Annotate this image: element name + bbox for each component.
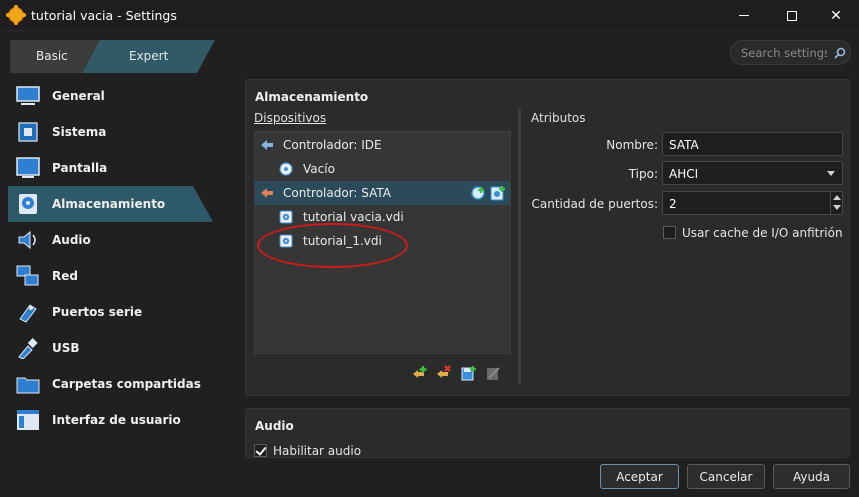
close-icon: ✕ (830, 7, 842, 24)
sidebar-item-red[interactable]: Red (8, 258, 213, 294)
spin-buttons[interactable] (830, 192, 842, 214)
minimize-button[interactable] (721, 0, 767, 31)
add-optical-drive-icon[interactable] (470, 185, 486, 201)
devices-label: Dispositivos (254, 111, 327, 125)
search-box (730, 40, 851, 65)
sidebar-item-label: Red (52, 269, 78, 283)
spin-down-icon[interactable] (833, 205, 841, 210)
type-label: Tipo: (628, 167, 658, 181)
sidebar-item-label: Almacenamiento (52, 197, 166, 211)
sidebar-item-label: Interfaz de usuario (52, 413, 181, 427)
host-io-cache-label: Usar cache de I/O anfitrión (682, 226, 843, 240)
attributes-label: Atributos (531, 111, 586, 125)
name-field[interactable]: SATA (662, 132, 843, 156)
sidebar-item-label: Sistema (52, 125, 107, 139)
tree-item-sata-controller[interactable]: Controlador: SATA (255, 181, 510, 205)
sidebar-item-label: Puertos serie (52, 305, 143, 319)
sidebar-item-audio[interactable]: Audio (8, 222, 213, 258)
serial-port-icon (19, 304, 37, 323)
sidebar-item-label: Pantalla (52, 161, 108, 175)
minimize-icon (739, 15, 749, 16)
spin-up-icon[interactable] (833, 195, 841, 200)
disk-icon (19, 194, 37, 214)
pane-splitter[interactable] (518, 109, 521, 384)
port-count-spinbox[interactable]: 2 (662, 191, 843, 215)
sidebar-item-general[interactable]: General (8, 78, 213, 114)
sidebar-item-label: General (52, 89, 105, 103)
close-button[interactable]: ✕ (813, 0, 859, 31)
chip-icon (18, 122, 38, 142)
name-label: Nombre: (606, 138, 658, 152)
usb-icon (18, 338, 38, 359)
tree-item-ide-controller[interactable]: Controlador: IDE (255, 133, 510, 157)
folder-icon (16, 377, 40, 394)
sidebar-item-usb[interactable]: USB (8, 330, 213, 366)
sidebar-item-sistema[interactable]: Sistema (8, 114, 213, 150)
sidebar-item-puertos-serie[interactable]: Puertos serie (8, 294, 213, 330)
sidebar-item-label: Audio (52, 233, 91, 247)
ok-button[interactable]: Aceptar (600, 464, 679, 489)
hard-disk-icon (279, 210, 293, 224)
port-count-label: Cantidad de puertos: (531, 197, 658, 211)
add-attachment-icon[interactable] (461, 365, 477, 381)
name-value: SATA (669, 138, 699, 152)
sidebar-item-almacenamiento[interactable]: Almacenamiento (8, 186, 213, 222)
type-combo[interactable]: AHCI (662, 161, 843, 185)
chevron-down-icon (827, 171, 835, 176)
type-value: AHCI (669, 167, 699, 181)
sidebar-item-label: Carpetas compartidas (52, 377, 201, 391)
speaker-icon (18, 230, 36, 250)
network-icon (16, 265, 39, 286)
title-bar: tutorial vacia - Settings ✕ (0, 0, 859, 31)
maximize-button[interactable] (769, 0, 815, 31)
help-button[interactable]: Ayuda (773, 464, 850, 489)
port-count-value: 2 (669, 197, 677, 211)
ide-controller-icon (261, 140, 273, 150)
search-icon[interactable] (834, 47, 846, 59)
tree-item-empty-optical[interactable]: Vacío (255, 157, 510, 181)
monitor-icon (16, 86, 40, 105)
tab-basic[interactable]: Basic (36, 49, 68, 63)
add-controller-icon[interactable] (412, 365, 428, 381)
maximize-icon (787, 10, 797, 21)
host-io-cache-checkbox[interactable] (663, 226, 676, 239)
tab-expert[interactable]: Expert (129, 49, 168, 63)
mode-toggle: Basic Expert (10, 40, 215, 73)
audio-title: Audio (255, 419, 294, 433)
sidebar-item-label: USB (52, 341, 80, 355)
remove-controller-icon[interactable] (436, 365, 452, 381)
enable-audio-label: Habilitar audio (273, 444, 362, 458)
annotation-ellipse (257, 223, 408, 268)
enable-audio-checkbox[interactable] (254, 444, 267, 457)
sidebar-item-pantalla[interactable]: Pantalla (8, 150, 213, 186)
virtualbox-app-icon (6, 5, 26, 25)
cancel-button[interactable]: Cancelar (687, 464, 765, 489)
display-icon (16, 157, 40, 178)
storage-title: Almacenamiento (255, 90, 369, 104)
window-icon (17, 410, 39, 430)
add-hard-disk-icon[interactable] (490, 185, 506, 201)
sidebar-item-interfaz-de-usuario[interactable]: Interfaz de usuario (8, 402, 213, 438)
sidebar-item-carpetas-compartidas[interactable]: Carpetas compartidas (8, 366, 213, 402)
sata-controller-icon (261, 188, 273, 198)
remove-attachment-icon[interactable] (486, 365, 502, 381)
search-input[interactable] (741, 45, 827, 61)
window-title: tutorial vacia - Settings (31, 8, 177, 23)
optical-disc-icon (279, 162, 293, 176)
